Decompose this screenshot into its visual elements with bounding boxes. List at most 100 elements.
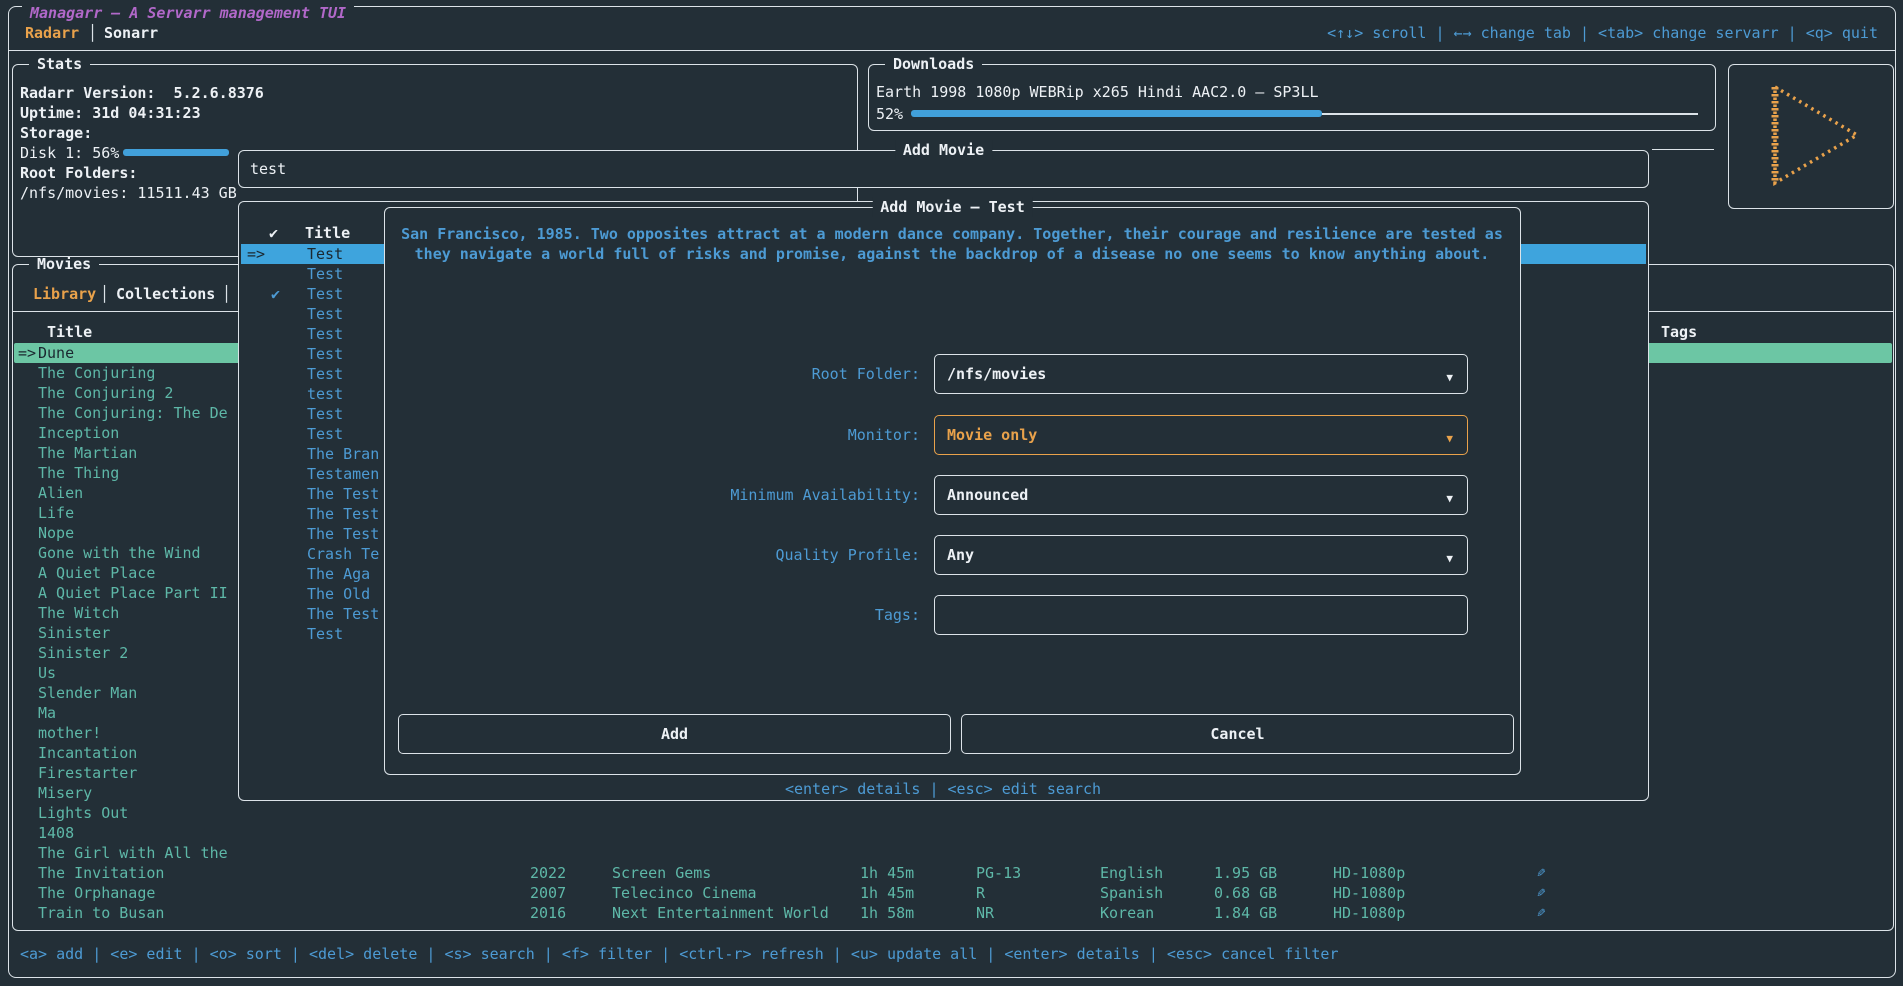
root-folder-label: Root Folder: (385, 364, 920, 384)
download-progress-track (1322, 113, 1698, 115)
in-library-check-icon: ✔ (271, 284, 280, 304)
movie-title: A Quiet Place Part II (38, 583, 228, 603)
movie-size: 1.95 GB (1214, 863, 1277, 883)
movie-year: 2007 (530, 883, 566, 903)
stat-storage-label: Storage: (20, 123, 92, 143)
movie-runtime: 1h 45m (860, 883, 914, 903)
add-button[interactable]: Add (398, 714, 951, 754)
result-title: Crash Te (307, 544, 379, 564)
movie-title: Sinister (38, 623, 110, 643)
add-movie-modal-title: Add Movie – Test (872, 197, 1033, 217)
result-title: Test (307, 284, 343, 304)
movie-description-line-1: San Francisco, 1985. Two opposites attra… (385, 224, 1519, 244)
tab-library[interactable]: Library (33, 284, 96, 304)
library-header-title: Title (47, 322, 92, 342)
topbar-separator (8, 50, 1896, 51)
result-title: The Aga (307, 564, 370, 584)
library-row[interactable]: 1408 (14, 823, 1892, 843)
download-percent-label: 52% (876, 104, 903, 124)
selection-arrow: => (247, 244, 265, 264)
cancel-button[interactable]: Cancel (961, 714, 1514, 754)
movie-title: Nope (38, 523, 74, 543)
movie-size: 1.84 GB (1214, 903, 1277, 923)
movie-studio: Screen Gems (612, 863, 711, 883)
movie-title: Train to Busan (38, 903, 164, 923)
library-row[interactable]: The Orphanage 2007 Telecinco Cinema 1h 45m R… (14, 883, 1892, 903)
tags-input[interactable] (934, 595, 1468, 635)
result-title: The Test (307, 524, 379, 544)
app-title: Managarr – A Servarr management TUI (22, 3, 354, 23)
download-progress-bar (911, 110, 1322, 117)
add-movie-modal: Add Movie – Test San Francisco, 1985. Tw… (384, 207, 1521, 775)
result-title: The Test (307, 604, 379, 624)
library-row[interactable]: Lights Out (14, 803, 1892, 823)
tab-collections[interactable]: Collections (116, 284, 215, 304)
edit-pencil-icon: ✎ (1537, 903, 1545, 923)
library-row[interactable]: Train to Busan2016Next Entertainment Wor… (14, 903, 1892, 923)
movie-title: The Conjuring: The De (38, 403, 228, 423)
movie-title: The Thing (38, 463, 119, 483)
movie-title: Life (38, 503, 74, 523)
monitor-label: Monitor: (385, 425, 920, 445)
movie-title: The Martian (38, 443, 137, 463)
result-title: Testamen (307, 464, 379, 484)
movie-rating: NR (976, 903, 994, 923)
minimum-availability-select[interactable]: Announced ▼ (934, 475, 1468, 515)
library-tab-divider: │ (100, 284, 109, 304)
library-row[interactable]: The Invitation2022Screen Gems1h 45mPG-13… (14, 863, 1892, 883)
chevron-down-icon: ▼ (1446, 549, 1453, 569)
movie-title: Slender Man (38, 683, 137, 703)
movie-description-line-2: they navigate a world full of risks and … (385, 244, 1519, 264)
movie-title: The Conjuring 2 (38, 383, 173, 403)
managarr-logo-icon (1729, 65, 1891, 206)
movie-title: The Invitation (38, 863, 164, 883)
movie-title: The Conjuring (38, 363, 155, 383)
movie-runtime: 1h 58m (860, 903, 914, 923)
movie-title: The Witch (38, 603, 119, 623)
result-title: The Test (307, 504, 379, 524)
stat-uptime: Uptime: 31d 04:31:23 (20, 103, 201, 123)
bottom-keybinds: <a> add | <e> edit | <o> sort | <del> de… (20, 944, 1339, 964)
disk-usage-bar (123, 149, 229, 156)
library-row[interactable]: The Girl with All the (14, 843, 1892, 863)
monitor-select[interactable]: Movie only ▼ (934, 415, 1468, 455)
tab-divider: │ (88, 23, 97, 43)
result-title: Test (307, 324, 343, 344)
movie-title: Gone with the Wind (38, 543, 201, 563)
movie-title: The Orphanage (38, 883, 155, 903)
movie-title: Us (38, 663, 56, 683)
movie-title: Incantation (38, 743, 137, 763)
download-item-title: Earth 1998 1080p WEBRip x265 Hindi AAC2.… (876, 82, 1319, 102)
movie-rating: R (976, 883, 985, 903)
movie-language: Spanish (1100, 883, 1163, 903)
movie-year: 2022 (530, 863, 566, 883)
movie-quality: HD-1080p (1333, 863, 1405, 883)
stats-panel-title: Stats (29, 54, 90, 74)
root-folder-value: /nfs/movies (947, 364, 1046, 384)
panel-border-fragment (1652, 149, 1714, 150)
quality-profile-value: Any (947, 545, 974, 565)
movie-language: English (1100, 863, 1163, 883)
stat-root-folder: /nfs/movies: 11511.43 GB (20, 183, 237, 203)
tags-label: Tags: (385, 605, 920, 625)
tab-sonarr[interactable]: Sonarr (104, 23, 158, 43)
movie-title: The Girl with All the (38, 843, 228, 863)
stat-disk-label: Disk 1: 56% (20, 143, 119, 163)
quality-profile-select[interactable]: Any ▼ (934, 535, 1468, 575)
add-movie-search-box[interactable]: Add Movie test (238, 150, 1649, 188)
movie-title: Alien (38, 483, 83, 503)
movie-rating: PG-13 (976, 863, 1021, 883)
minimum-availability-label: Minimum Availability: (385, 485, 920, 505)
chevron-down-icon: ▼ (1446, 429, 1453, 449)
monitor-value: Movie only (947, 425, 1037, 445)
result-title: Test (307, 404, 343, 424)
movie-title: Ma (38, 703, 56, 723)
movie-title: Misery (38, 783, 92, 803)
tab-radarr[interactable]: Radarr (25, 23, 79, 43)
movie-title: mother! (38, 723, 101, 743)
edit-pencil-icon: ✎ (1537, 883, 1545, 903)
root-folder-select[interactable]: /nfs/movies ▼ (934, 354, 1468, 394)
results-header-check-icon: ✔ (269, 223, 278, 243)
add-movie-search-input[interactable]: test (250, 159, 286, 179)
movie-studio: Telecinco Cinema (612, 883, 757, 903)
